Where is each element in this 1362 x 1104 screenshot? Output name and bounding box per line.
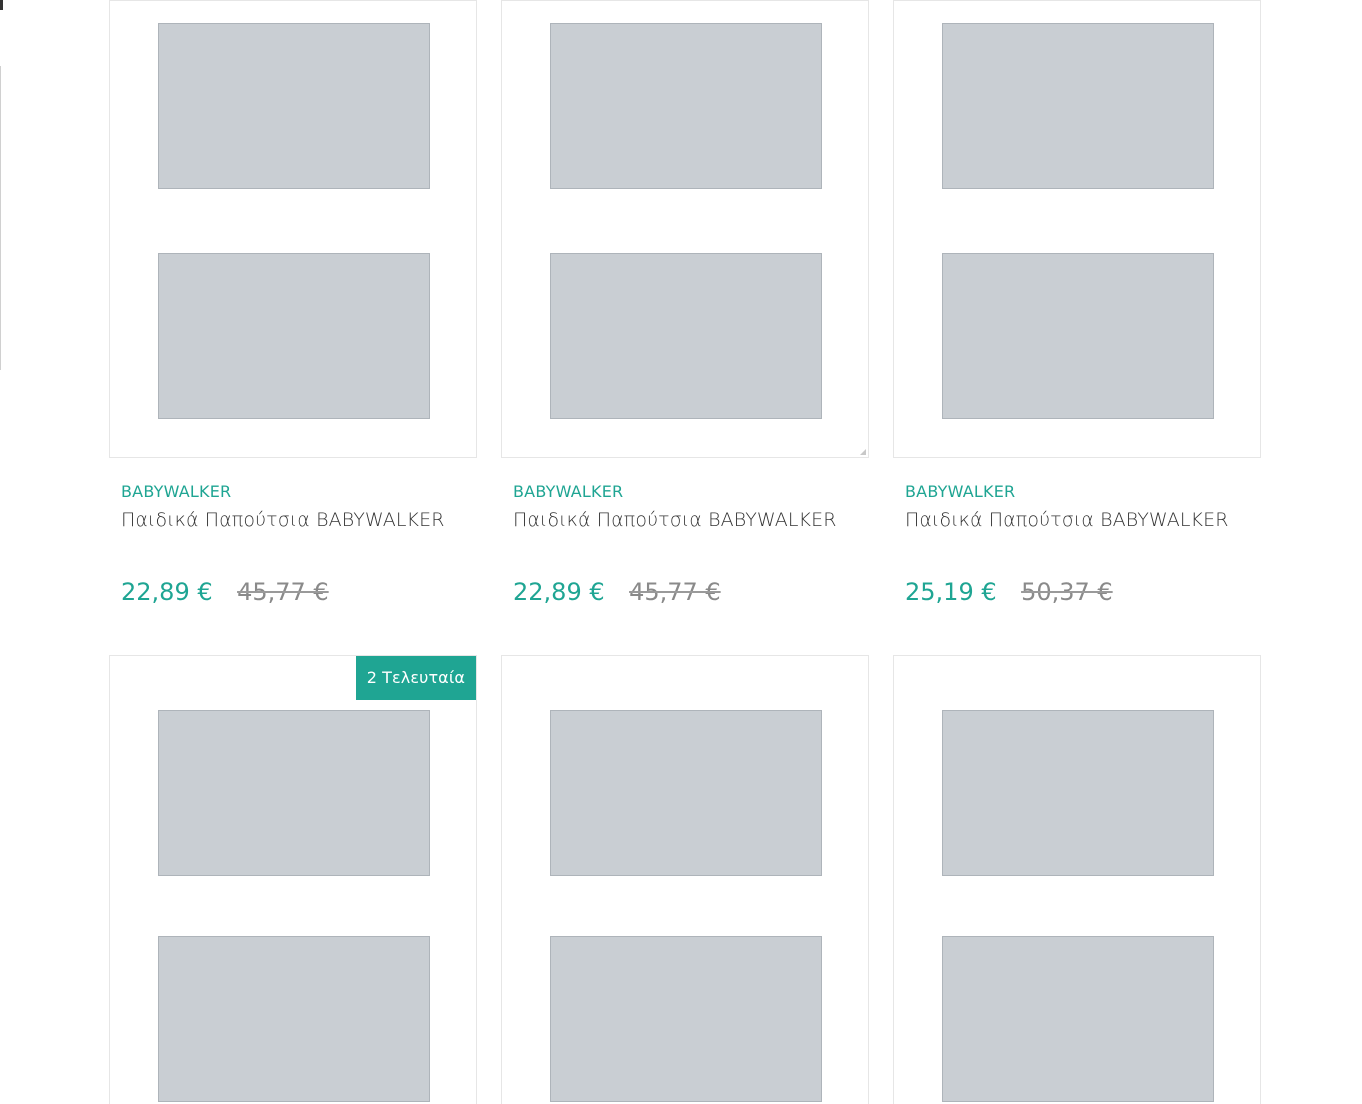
- product-image-top[interactable]: [942, 936, 1214, 1102]
- product-image-frame[interactable]: [501, 655, 869, 1104]
- product-old-price: 45,77 €: [629, 578, 721, 606]
- product-image-side[interactable]: [942, 710, 1214, 876]
- corner-mark: [860, 449, 866, 455]
- product-image-top[interactable]: [158, 936, 430, 1102]
- product-title[interactable]: Παιδικά Παπούτσια BABYWALKER: [905, 509, 1229, 531]
- product-image-top[interactable]: [942, 253, 1214, 419]
- product-image-top[interactable]: [550, 253, 822, 419]
- product-title[interactable]: Παιδικά Παπούτσια BABYWALKER: [513, 509, 837, 531]
- scroll-edge: [0, 66, 1, 370]
- product-old-price: 45,77 €: [237, 578, 329, 606]
- product-price: 22,89 €: [513, 578, 605, 606]
- product-old-price: 50,37 €: [1021, 578, 1113, 606]
- product-brand[interactable]: BABYWALKER: [513, 482, 623, 501]
- product-image-frame[interactable]: [893, 0, 1261, 458]
- product-brand[interactable]: BABYWALKER: [905, 482, 1015, 501]
- product-image-side[interactable]: [942, 23, 1214, 189]
- stock-badge: 2 Τελευταία: [355, 656, 476, 700]
- product-price: 22,89 €: [121, 578, 213, 606]
- product-image-frame[interactable]: 2 Τελευταία: [109, 655, 477, 1104]
- product-title[interactable]: Παιδικά Παπούτσια BABYWALKER: [121, 509, 445, 531]
- product-image-top[interactable]: [158, 253, 430, 419]
- product-prices: 25,19 € 50,37 €: [905, 578, 1113, 606]
- product-prices: 22,89 € 45,77 €: [513, 578, 721, 606]
- edge-glyph: [0, 0, 3, 10]
- product-image-top[interactable]: [550, 936, 822, 1102]
- product-image-frame[interactable]: [501, 0, 869, 458]
- product-price: 25,19 €: [905, 578, 997, 606]
- product-grid-page: BABYWALKER Παιδικά Παπούτσια BABYWALKER …: [0, 0, 1362, 1104]
- product-prices: 22,89 € 45,77 €: [121, 578, 329, 606]
- product-image-side[interactable]: [550, 710, 822, 876]
- product-image-side[interactable]: [158, 23, 430, 189]
- product-image-side[interactable]: [550, 23, 822, 189]
- product-image-frame[interactable]: [893, 655, 1261, 1104]
- product-image-frame[interactable]: [109, 0, 477, 458]
- product-brand[interactable]: BABYWALKER: [121, 482, 231, 501]
- product-image-side[interactable]: [158, 710, 430, 876]
